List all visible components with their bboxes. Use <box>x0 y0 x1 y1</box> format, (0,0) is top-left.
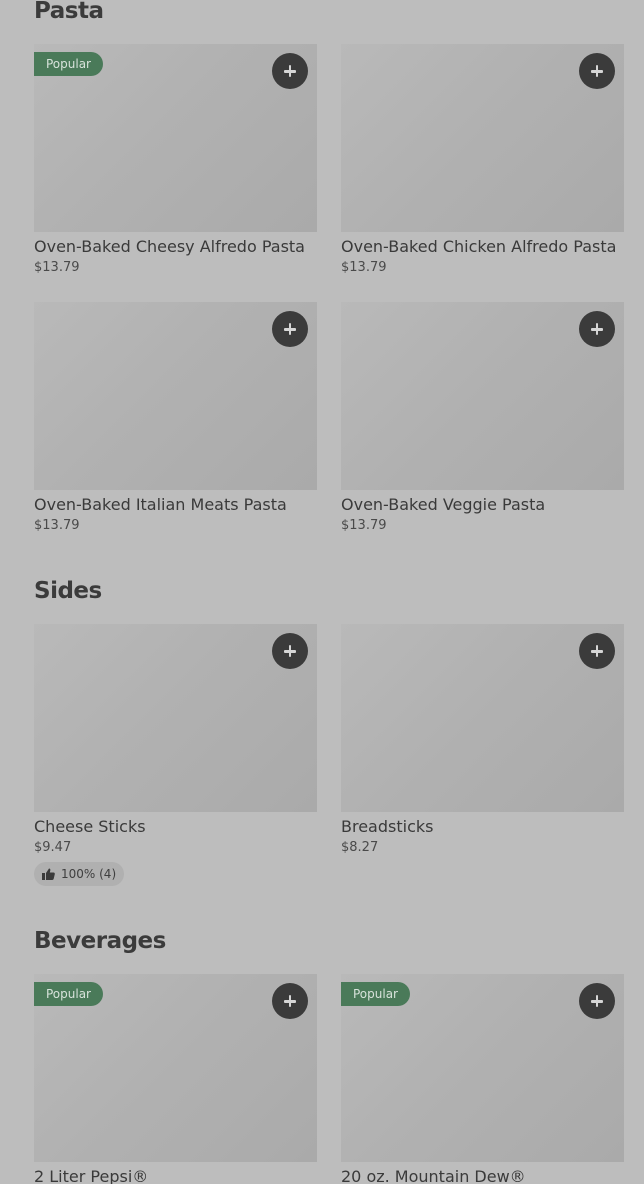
popular-badge: Popular <box>341 982 410 1006</box>
popular-badge: Popular <box>34 52 103 76</box>
menu-item-card[interactable]: Oven-Baked Chicken Alfredo Pasta $13.79 <box>341 44 624 276</box>
menu-item-card[interactable]: Popular Oven-Baked Cheesy Alfredo Pasta … <box>34 44 317 276</box>
menu-item-card[interactable]: Popular 20 oz. Mountain Dew® <box>341 974 624 1184</box>
add-item-button[interactable] <box>579 53 615 89</box>
add-item-button[interactable] <box>272 633 308 669</box>
item-name: Oven-Baked Veggie Pasta <box>341 495 546 514</box>
section-title-sides: Sides <box>34 578 102 604</box>
add-item-button[interactable] <box>272 983 308 1019</box>
item-image[interactable] <box>34 302 317 490</box>
plus-icon <box>272 53 308 89</box>
item-name: Cheese Sticks <box>34 817 146 836</box>
menu-item-card[interactable]: Popular 2 Liter Pepsi® <box>34 974 317 1184</box>
section-title-pasta: Pasta <box>34 0 104 24</box>
item-image[interactable] <box>34 624 317 812</box>
rating-text: 100% (4) <box>61 867 117 881</box>
item-price: $13.79 <box>341 518 387 533</box>
item-price: $13.79 <box>34 260 80 275</box>
item-price: $13.79 <box>34 518 80 533</box>
menu-item-card[interactable]: Breadsticks $8.27 <box>341 624 624 856</box>
thumbs-up-icon <box>42 868 55 880</box>
item-image[interactable]: Popular <box>34 974 317 1162</box>
menu-item-card[interactable]: Oven-Baked Veggie Pasta $13.79 <box>341 302 624 534</box>
plus-icon <box>272 983 308 1019</box>
plus-icon <box>272 633 308 669</box>
plus-icon <box>579 633 615 669</box>
plus-icon <box>272 311 308 347</box>
menu-item-card[interactable]: Cheese Sticks $9.47 100% (4) <box>34 624 317 886</box>
item-name: Oven-Baked Italian Meats Pasta <box>34 495 287 514</box>
add-item-button[interactable] <box>579 983 615 1019</box>
item-image[interactable] <box>341 302 624 490</box>
item-image[interactable]: Popular <box>341 974 624 1162</box>
plus-icon <box>579 983 615 1019</box>
item-price: $9.47 <box>34 840 72 855</box>
add-item-button[interactable] <box>579 311 615 347</box>
menu-page: Pasta Popular Oven-Baked Cheesy Alfredo … <box>0 0 644 1184</box>
add-item-button[interactable] <box>272 311 308 347</box>
popular-badge: Popular <box>34 982 103 1006</box>
rating-chip: 100% (4) <box>34 862 125 886</box>
item-price: $13.79 <box>341 260 387 275</box>
item-image[interactable]: Popular <box>34 44 317 232</box>
plus-icon <box>579 311 615 347</box>
add-item-button[interactable] <box>272 53 308 89</box>
item-name: Oven-Baked Cheesy Alfredo Pasta <box>34 237 305 256</box>
item-name: Oven-Baked Chicken Alfredo Pasta <box>341 237 617 256</box>
section-title-beverages: Beverages <box>34 928 166 954</box>
add-item-button[interactable] <box>579 633 615 669</box>
item-name: 2 Liter Pepsi® <box>34 1167 149 1184</box>
plus-icon <box>579 53 615 89</box>
item-image[interactable] <box>341 624 624 812</box>
item-name: Breadsticks <box>341 817 434 836</box>
menu-item-card[interactable]: Oven-Baked Italian Meats Pasta $13.79 <box>34 302 317 534</box>
item-image[interactable] <box>341 44 624 232</box>
item-price: $8.27 <box>341 840 379 855</box>
item-name: 20 oz. Mountain Dew® <box>341 1167 526 1184</box>
